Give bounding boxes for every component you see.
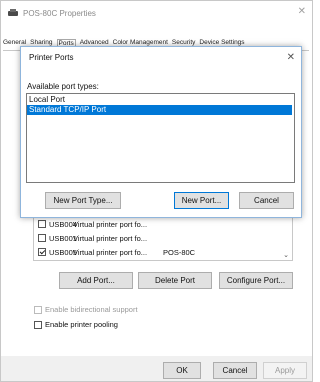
port-row-usb004[interactable]: USB004 Virtual printer port fo... (38, 218, 163, 230)
pooling-option[interactable]: Enable printer pooling (34, 320, 118, 329)
port-checkbox[interactable] (38, 248, 46, 256)
title-bar: POS-80C Properties (7, 5, 307, 21)
configure-port-button[interactable]: Configure Port... (219, 272, 293, 289)
port-row-usb005[interactable]: USB005 Virtual printer port fo... POS-80… (38, 246, 195, 258)
port-types-list[interactable]: Local Port Standard TCP/IP Port (26, 93, 295, 183)
bidirectional-label: Enable bidirectional support (45, 305, 138, 314)
ok-button[interactable]: OK (163, 362, 201, 379)
port-name: USB004 (49, 219, 77, 229)
port-name: USB001 (49, 233, 77, 243)
port-row-usb001[interactable]: USB001 Virtual printer port fo... (38, 232, 163, 244)
dialog-cancel-button[interactable]: Cancel (239, 192, 294, 209)
pooling-label: Enable printer pooling (45, 320, 118, 329)
add-port-button[interactable]: Add Port... (59, 272, 133, 289)
available-port-types-label: Available port types: (27, 82, 99, 91)
bidirectional-option: Enable bidirectional support (34, 305, 138, 314)
properties-window: POS-80C Properties ✕ General Sharing Por… (0, 0, 313, 382)
printer-ports-dialog: Printer Ports ✕ Available port types: Lo… (20, 46, 302, 218)
window-title: POS-80C Properties (23, 8, 96, 18)
port-checkbox[interactable] (38, 220, 46, 228)
bidirectional-checkbox (34, 305, 42, 314)
ports-list[interactable]: USB004 Virtual printer port fo... USB001… (33, 216, 293, 261)
new-port-type-button[interactable]: New Port Type... (45, 192, 121, 209)
port-type-local[interactable]: Local Port (27, 95, 292, 105)
port-description: Virtual printer port fo... (73, 247, 148, 257)
scroll-down-icon[interactable]: ⌄ (283, 251, 289, 259)
new-port-button[interactable]: New Port... (174, 192, 229, 209)
pooling-checkbox[interactable] (34, 320, 42, 329)
port-type-tcpip[interactable]: Standard TCP/IP Port (27, 105, 292, 115)
dialog-title: Printer Ports (29, 53, 74, 62)
cancel-button[interactable]: Cancel (213, 362, 257, 379)
port-checkbox[interactable] (38, 234, 46, 242)
delete-port-button[interactable]: Delete Port (138, 272, 212, 289)
port-name: USB005 (49, 247, 77, 257)
printer-icon (7, 8, 19, 18)
apply-button: Apply (263, 362, 307, 379)
port-printer: POS-80C (163, 247, 196, 257)
dialog-close-icon[interactable]: ✕ (287, 52, 295, 63)
port-description: Virtual printer port fo... (73, 233, 148, 243)
window-close-icon[interactable]: ✕ (298, 6, 306, 17)
port-description: Virtual printer port fo... (73, 219, 148, 229)
